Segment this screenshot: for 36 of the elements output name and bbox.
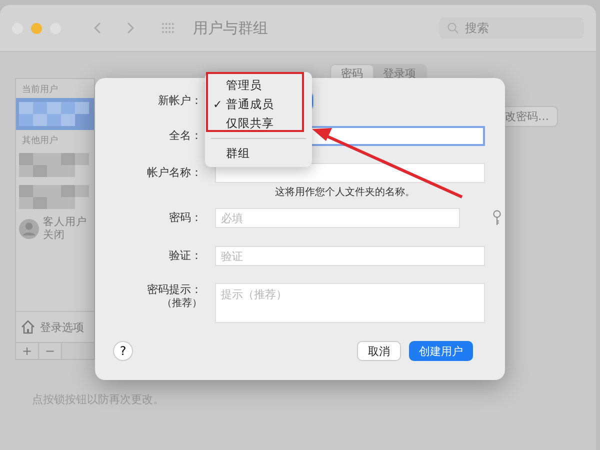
field-label: 新帐户： bbox=[158, 94, 202, 108]
cancel-button[interactable]: 取消 bbox=[357, 341, 401, 361]
login-options-item[interactable]: 登录选项 bbox=[16, 311, 94, 342]
remove-button[interactable]: − bbox=[39, 343, 62, 359]
help-button[interactable]: ? bbox=[113, 341, 133, 361]
password-field[interactable]: 必填 bbox=[215, 208, 460, 228]
field-label: 密码： bbox=[169, 210, 202, 226]
minimize-button[interactable] bbox=[31, 22, 42, 34]
menu-item[interactable]: ✓ 普通成员 bbox=[205, 95, 312, 114]
house-icon bbox=[20, 319, 36, 335]
field-label: 密码提示： （推荐） bbox=[147, 283, 202, 310]
tab[interactable]: 登录项 bbox=[373, 65, 426, 82]
blurred-user-drawing bbox=[19, 102, 89, 126]
blurred-user-drawing bbox=[19, 185, 89, 209]
search-field[interactable]: 搜索 bbox=[439, 17, 584, 39]
user-row[interactable]: 客人用户 关闭 bbox=[16, 213, 94, 245]
guest-user-label: 客人用户 关闭 bbox=[43, 216, 87, 242]
window-title: 用户与群组 bbox=[193, 18, 268, 38]
add-button[interactable]: + bbox=[16, 343, 39, 359]
section-heading: 其他用户 bbox=[22, 134, 58, 147]
avatar-icon bbox=[19, 219, 39, 239]
grid-icon[interactable] bbox=[161, 21, 175, 35]
menu-item[interactable]: 管理员 bbox=[205, 76, 312, 95]
key-icon[interactable] bbox=[492, 210, 502, 226]
section-heading: 当前用户 bbox=[22, 84, 58, 96]
blurred-user-drawing bbox=[19, 153, 89, 177]
field-note: 这将用作您个人文件夹的名称。 bbox=[275, 186, 416, 199]
menu-item[interactable]: 群组 bbox=[205, 144, 312, 163]
menu-item[interactable]: 仅限共享 bbox=[205, 114, 312, 133]
user-row[interactable] bbox=[16, 98, 94, 130]
search-icon bbox=[447, 22, 459, 34]
hint-field[interactable]: 提示（推荐） bbox=[215, 283, 485, 323]
field-label: 全名： bbox=[169, 128, 202, 144]
field-label: 帐户名称： bbox=[147, 166, 202, 180]
field-label: 验证： bbox=[169, 248, 202, 264]
create-user-button[interactable]: 创建用户 bbox=[409, 341, 473, 361]
